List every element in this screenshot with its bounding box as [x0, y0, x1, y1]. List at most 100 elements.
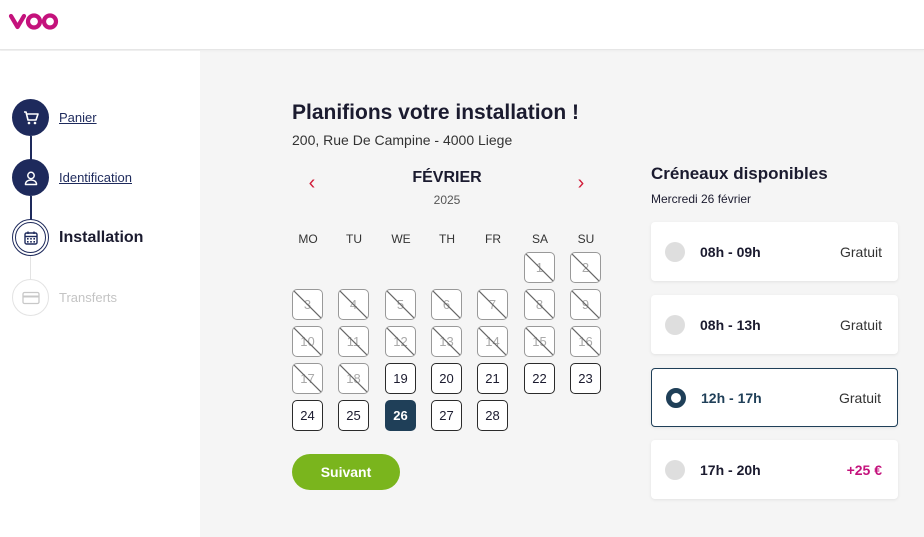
slot-price: Gratuit — [838, 389, 881, 406]
slot-time: 08h - 13h — [700, 316, 761, 333]
calendar-day-disabled: 16 — [570, 326, 601, 357]
calendar-day-number: 27 — [439, 408, 454, 423]
calendar-year: 2025 — [433, 193, 461, 207]
time-slot[interactable]: 08h - 13h Gratuit — [651, 295, 898, 354]
calendar-day-disabled: 1 — [524, 252, 555, 283]
time-slot[interactable]: 17h - 20h +25 € — [651, 440, 898, 499]
calendar-day-disabled: 15 — [524, 326, 555, 357]
voo-logo[interactable] — [8, 10, 60, 32]
chevron-left-icon[interactable]: ‹ — [302, 173, 322, 194]
calendar-day-disabled: 6 — [431, 289, 462, 320]
strike-icon — [571, 327, 599, 355]
weekday-label: WE — [391, 232, 411, 246]
calendar-month: FÉVRIER — [412, 169, 482, 186]
calendar-day[interactable]: 21 — [477, 363, 508, 394]
strike-icon — [525, 253, 553, 281]
strike-icon — [525, 327, 553, 355]
time-slot[interactable]: 08h - 09h Gratuit — [651, 222, 898, 281]
calendar-day-number: 26 — [393, 408, 408, 423]
calendar-day[interactable]: 28 — [477, 400, 508, 431]
slot-time: 17h - 20h — [700, 461, 761, 478]
calendar-day-disabled: 9 — [570, 289, 601, 320]
strike-icon — [293, 364, 321, 392]
strike-icon — [432, 290, 460, 318]
calendar-day-disabled: 2 — [570, 252, 601, 283]
strike-icon — [339, 364, 367, 392]
radio-button[interactable] — [665, 241, 685, 262]
calendar-day[interactable]: 19 — [385, 363, 416, 394]
weekday-label: MO — [298, 232, 318, 246]
strike-icon — [386, 327, 414, 355]
installation-address: 200, Rue De Campine - 4000 Liege — [292, 132, 513, 148]
step-identification[interactable]: Identification — [12, 159, 132, 196]
chevron-right-icon[interactable]: › — [571, 173, 591, 194]
strike-icon — [571, 253, 599, 281]
weekday-label: FR — [485, 232, 501, 246]
calendar-day[interactable]: 23 — [570, 363, 601, 394]
strike-icon — [478, 290, 506, 318]
weekday-label: TU — [346, 232, 362, 246]
calendar-day-disabled: 13 — [431, 326, 462, 357]
weekday-label: SU — [577, 232, 595, 246]
calendar-day-number: 23 — [578, 371, 593, 386]
slot-price: Gratuit — [839, 243, 882, 260]
radio-button[interactable] — [665, 314, 685, 335]
time-slot[interactable]: 12h - 17h Gratuit — [651, 368, 898, 427]
calendar-day[interactable]: 27 — [431, 400, 462, 431]
calendar-day-disabled: 17 — [292, 363, 323, 394]
top-bar — [0, 0, 924, 50]
calendar-day[interactable]: 25 — [338, 400, 369, 431]
calendar-day-disabled: 7 — [477, 289, 508, 320]
calendar-day-number: 20 — [439, 371, 454, 386]
calendar-day-number: 22 — [532, 371, 547, 386]
calendar-icon — [12, 219, 49, 256]
calendar-day[interactable]: 22 — [524, 363, 555, 394]
strike-icon — [339, 290, 367, 318]
step-transferts: Transferts — [12, 279, 117, 316]
strike-icon — [339, 327, 367, 355]
calendar-day[interactable]: 20 — [431, 363, 462, 394]
step-label-identification[interactable]: Identification — [59, 170, 132, 185]
slot-price: Gratuit — [839, 316, 882, 333]
slot-time: 08h - 09h — [700, 243, 761, 260]
slot-price: +25 € — [846, 461, 882, 478]
radio-button[interactable] — [665, 459, 685, 480]
checkout-stepper: Panier Identification Installation Trans… — [0, 51, 200, 537]
page-title: Planifions votre installation ! — [292, 101, 580, 124]
calendar-day-disabled: 14 — [477, 326, 508, 357]
strike-icon — [386, 290, 414, 318]
step-label-panier[interactable]: Panier — [59, 110, 97, 125]
strike-icon — [478, 327, 506, 355]
weekday-label: TH — [439, 232, 455, 246]
calendar-day-disabled: 5 — [385, 289, 416, 320]
calendar-day-disabled: 12 — [385, 326, 416, 357]
calendar-day-disabled: 11 — [338, 326, 369, 357]
step-label-transferts: Transferts — [59, 290, 118, 305]
calendar-day-disabled: 18 — [338, 363, 369, 394]
radio-button[interactable] — [666, 387, 686, 408]
calendar-day-selected[interactable]: 26 — [385, 400, 416, 431]
step-label-installation: Installation — [59, 228, 144, 246]
next-button[interactable]: Suivant — [292, 454, 400, 490]
strike-icon — [293, 327, 321, 355]
strike-icon — [432, 327, 460, 355]
step-connector — [30, 196, 32, 221]
calendar-day-number: 28 — [485, 408, 500, 423]
calendar-day-number: 19 — [393, 371, 408, 386]
step-installation: Installation — [12, 219, 143, 256]
strike-icon — [571, 290, 599, 318]
calendar-day-disabled: 4 — [338, 289, 369, 320]
calendar-day-disabled: 3 — [292, 289, 323, 320]
slot-time: 12h - 17h — [701, 389, 762, 406]
calendar-day-number: 25 — [346, 408, 361, 423]
step-panier[interactable]: Panier — [12, 99, 97, 136]
calendar-day[interactable]: 24 — [292, 400, 323, 431]
slots-title: Créneaux disponibles — [651, 164, 828, 183]
calendar-day-number: 21 — [485, 371, 500, 386]
calendar-day-disabled: 8 — [524, 289, 555, 320]
cart-icon — [12, 99, 49, 136]
calendar-day-disabled: 10 — [292, 326, 323, 357]
strike-icon — [293, 290, 321, 318]
weekday-label: SA — [531, 232, 548, 246]
slots-date: Mercredi 26 février — [651, 192, 752, 206]
